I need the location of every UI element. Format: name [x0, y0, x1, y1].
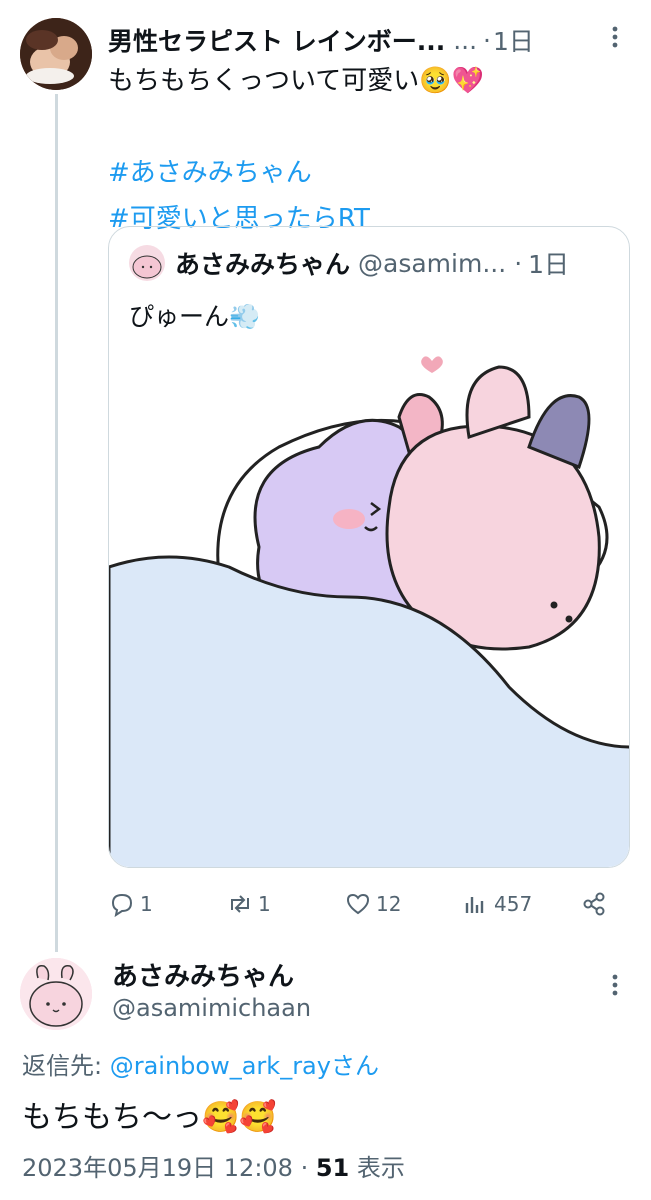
- tweet-body-line: もちもちくっついて可愛い🥹💖: [108, 66, 484, 96]
- parent-tweet-avatar[interactable]: [20, 18, 92, 90]
- quote-handle: @asamim...: [358, 248, 507, 278]
- retweet-count: 1: [258, 892, 271, 916]
- retweet-icon: [231, 895, 249, 913]
- reply-view-count: 51: [315, 1154, 350, 1182]
- replying-to-line: 返信先: @rainbow_ark_rayさん: [22, 1046, 379, 1081]
- views-chart-icon: [465, 897, 484, 913]
- replying-to-prefix: 返信先:: [22, 1052, 110, 1080]
- parent-tweet-header: 男性セラピスト レインボー... ... · 1日: [108, 20, 628, 60]
- parent-display-name[interactable]: 男性セラピスト レインボー...: [108, 22, 445, 58]
- like-action[interactable]: 12: [344, 890, 401, 918]
- replying-to-suffix: さん: [330, 1052, 379, 1080]
- reply-more-options-icon[interactable]: [600, 970, 630, 1000]
- quote-separator-dot: ·: [514, 248, 523, 278]
- reply-display-name[interactable]: あさみみちゃん: [112, 956, 294, 993]
- tweet-action-bar: 1 1 12 457: [108, 884, 630, 924]
- reply-datetime[interactable]: 2023年05月19日 12:08 ·: [22, 1154, 316, 1182]
- heart-icon: [346, 893, 370, 915]
- share-action[interactable]: [580, 890, 608, 918]
- name-overflow-ellipsis: ...: [453, 25, 478, 55]
- reply-view-label: 表示: [349, 1154, 405, 1182]
- reply-tweet-text: もちもち〜っ🥰🥰: [22, 1100, 277, 1135]
- reply-action[interactable]: 1: [108, 890, 153, 918]
- hashtag-asamimichan[interactable]: #あさみみちゃん: [108, 150, 628, 196]
- reply-handle[interactable]: @asamimichaan: [112, 994, 311, 1022]
- quote-timestamp: 1日: [528, 250, 570, 279]
- quoted-tweet-card[interactable]: あさみみちゃん @asamim... · 1日 ぴゅーん💨: [108, 226, 630, 868]
- reply-icon: [111, 893, 133, 918]
- quote-text: ぴゅーん💨: [129, 302, 261, 331]
- more-options-icon[interactable]: [600, 22, 630, 52]
- share-icon: [583, 892, 605, 916]
- quote-media-video[interactable]: [109, 347, 629, 867]
- reply-count: 1: [140, 892, 153, 916]
- retweet-action[interactable]: 1: [226, 890, 271, 918]
- quote-avatar: [129, 245, 165, 281]
- like-count: 12: [376, 892, 402, 916]
- reply-tweet-avatar[interactable]: [20, 958, 92, 1030]
- quote-header: あさみみちゃん @asamim... · 1日: [129, 245, 619, 281]
- quote-display-name: あさみみちゃん: [175, 250, 351, 279]
- parent-tweet-text: もちもちくっついて可愛い🥹💖 #あさみみちゃん #可愛いと思ったらRT: [108, 58, 628, 242]
- thread-connector-line: [55, 94, 58, 952]
- views-action[interactable]: 457: [462, 890, 532, 918]
- views-count: 457: [494, 892, 533, 916]
- parent-timestamp[interactable]: 1日: [493, 22, 534, 58]
- reply-meta: 2023年05月19日 12:08 · 51 表示: [22, 1148, 405, 1183]
- replying-to-user-link[interactable]: @rainbow_ark_ray: [110, 1052, 331, 1080]
- separator-dot: ·: [483, 25, 491, 55]
